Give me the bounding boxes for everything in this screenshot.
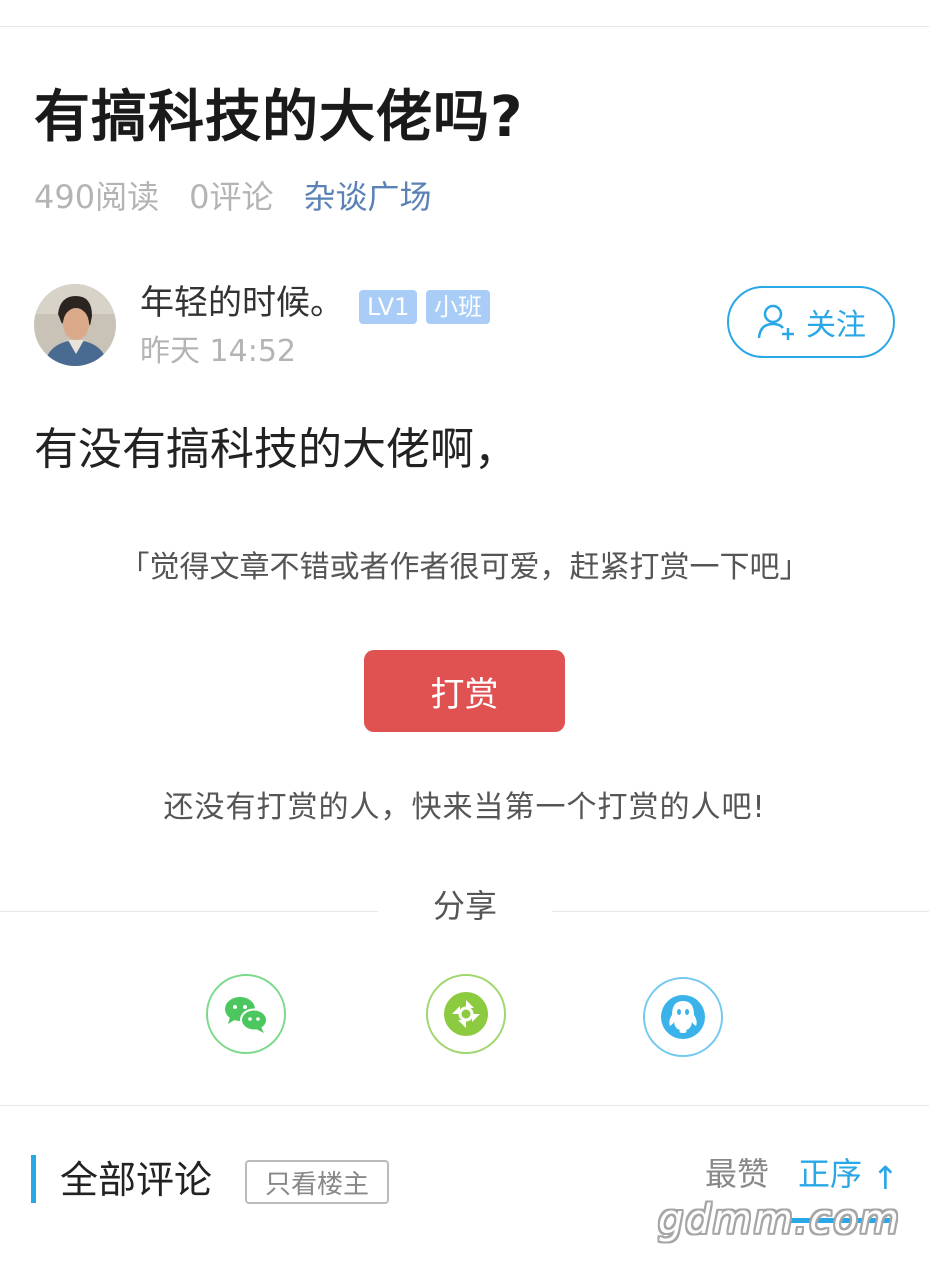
tip-button[interactable]: 打赏: [364, 650, 565, 732]
top-divider: [0, 26, 929, 27]
follow-button[interactable]: 关注: [727, 286, 895, 358]
wechat-icon: [225, 997, 268, 1033]
level-badge: LV1: [359, 290, 418, 324]
rank-badge: 小班: [426, 290, 490, 324]
share-title: 分享: [432, 887, 497, 925]
follow-label: 关注: [806, 308, 866, 343]
comment-count: 0评论: [189, 178, 274, 216]
post-body: 有没有搞科技的大佬啊，: [34, 424, 518, 475]
share-qq-button[interactable]: [643, 977, 723, 1057]
section-divider: [0, 1105, 929, 1106]
add-user-icon: [757, 304, 794, 340]
share-wechat-button[interactable]: [206, 974, 286, 1054]
comments-accent-bar: [31, 1155, 36, 1203]
share-moments-button[interactable]: [426, 974, 506, 1054]
sort-top-tab[interactable]: 最赞: [705, 1152, 769, 1196]
post-time: 昨天 14:52: [140, 334, 296, 369]
no-tips-text: 还没有打赏的人，快来当第一个打赏的人吧!: [163, 790, 766, 825]
owner-only-button[interactable]: 只看楼主: [245, 1160, 389, 1204]
post-meta: 490阅读 0评论 杂谈广场: [34, 172, 431, 218]
moments-icon: [444, 992, 488, 1036]
post-title: 有搞科技的大佬吗?: [34, 85, 524, 150]
read-count: 490阅读: [34, 178, 160, 216]
author-name[interactable]: 年轻的时候。: [140, 280, 344, 326]
sort-order-tab[interactable]: 正序: [798, 1152, 862, 1196]
author-avatar[interactable]: [34, 284, 116, 366]
tip-prompt: 「觉得文章不错或者作者很可爱，赶紧打赏一下吧」: [119, 550, 810, 585]
share-divider-right: [552, 911, 929, 912]
qq-icon: [661, 995, 705, 1039]
watermark: gdmm.com: [658, 1197, 901, 1243]
sort-arrow-icon: ↑: [872, 1159, 899, 1197]
comments-title: 全部评论: [60, 1158, 213, 1202]
share-divider-left: [0, 911, 378, 912]
category-link[interactable]: 杂谈广场: [303, 172, 431, 218]
